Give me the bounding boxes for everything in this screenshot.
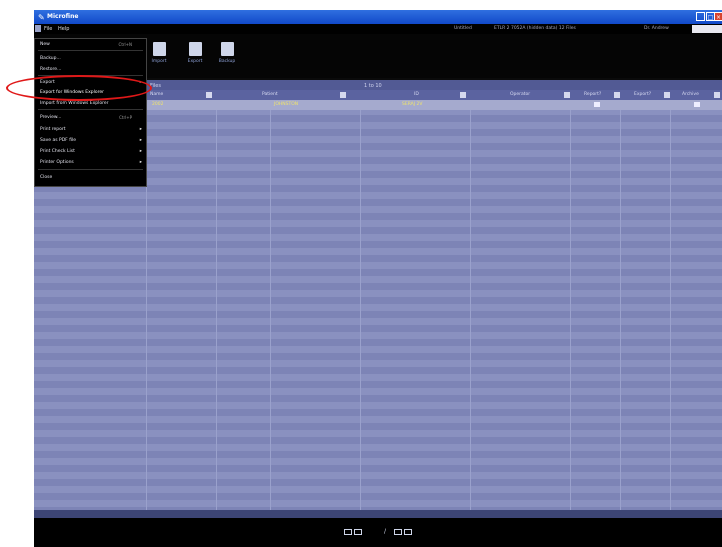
menu-item-printer-options[interactable]: Printer Options: [40, 160, 74, 165]
menu-item-preview[interactable]: Preview...: [40, 115, 61, 120]
minimize-button[interactable]: _: [696, 12, 705, 21]
window-title: Microfine: [47, 13, 79, 20]
col-archive[interactable]: Archive: [682, 92, 699, 97]
filter-icon[interactable]: [460, 92, 466, 98]
menu-item-restore[interactable]: Restore...: [40, 67, 61, 72]
filter-icon[interactable]: [664, 92, 670, 98]
report-icon[interactable]: [594, 102, 600, 107]
prev-page-icon[interactable]: [354, 529, 362, 535]
page-separator: /: [384, 528, 387, 535]
archive-icon[interactable]: [694, 102, 700, 107]
title-bar: ✎ Microfine _ □ ×: [34, 10, 722, 24]
user-name: Dr. Andrew: [644, 26, 669, 31]
app-logo-icon: [35, 25, 41, 32]
import-button[interactable]: Import: [146, 42, 172, 74]
menu-item-import-windows[interactable]: Import from Windows Explorer: [40, 101, 109, 106]
filter-icon[interactable]: [340, 92, 346, 98]
submenu-arrow-icon: ▸: [139, 138, 142, 143]
info-field-2: ETLR 2 7052A (hidden data) 12 Files: [494, 26, 576, 31]
submenu-arrow-icon: ▸: [139, 127, 142, 132]
menu-bar: File Help Untitled ETLR 2 7052A (hidden …: [34, 24, 722, 34]
filter-icon[interactable]: [206, 92, 212, 98]
menu-item-close[interactable]: Close: [40, 175, 52, 180]
grid-bottom-bar: [34, 510, 722, 518]
menu-item-print-checklist[interactable]: Print Check List: [40, 149, 75, 154]
shortcut-preview: Ctrl+P: [119, 115, 132, 120]
menu-item-save-pdf[interactable]: Save as PDF file: [40, 138, 76, 143]
backup-icon: [220, 42, 234, 56]
backup-button[interactable]: Backup: [214, 42, 240, 74]
col-report[interactable]: Report?: [584, 92, 601, 97]
col-operator[interactable]: Operator: [510, 92, 530, 97]
col-name[interactable]: Name: [150, 92, 163, 97]
first-page-icon[interactable]: [344, 529, 352, 535]
col-patient[interactable]: Patient: [262, 92, 278, 97]
filter-icon[interactable]: [564, 92, 570, 98]
menu-item-print-report[interactable]: Print report: [40, 127, 66, 132]
submenu-arrow-icon: ▸: [139, 149, 142, 154]
info-field-1: Untitled: [454, 26, 472, 31]
cell-name: 2002: [152, 102, 164, 107]
export-icon: [188, 42, 202, 56]
next-page-icon[interactable]: [394, 529, 402, 535]
col-export[interactable]: Export?: [634, 92, 651, 97]
export-button[interactable]: Export: [182, 42, 208, 74]
app-icon: ✎: [38, 13, 45, 22]
close-button[interactable]: ×: [714, 12, 722, 21]
import-icon: [152, 42, 166, 56]
menu-file[interactable]: File: [44, 26, 52, 32]
shortcut-new: Ctrl+N: [118, 42, 132, 47]
menu-help[interactable]: Help: [58, 26, 69, 32]
submenu-arrow-icon: ▸: [139, 160, 142, 165]
filter-icon[interactable]: [714, 92, 720, 98]
file-menu-dropdown: New Ctrl+N Backup... Restore... Export ▸…: [34, 38, 147, 187]
grid-caption-mid: 1 to 10: [364, 83, 382, 89]
last-page-icon[interactable]: [404, 529, 412, 535]
col-id[interactable]: ID: [414, 92, 419, 97]
filter-icon[interactable]: [614, 92, 620, 98]
pager: /: [34, 518, 722, 547]
menu-item-new[interactable]: New: [40, 42, 50, 47]
highlight-circle: [6, 75, 152, 101]
cell-id: SERAJ 2V: [402, 102, 423, 107]
cell-patient: JOHNSTON: [274, 102, 299, 107]
user-box[interactable]: [692, 25, 722, 33]
menu-item-backup[interactable]: Backup...: [40, 56, 61, 61]
